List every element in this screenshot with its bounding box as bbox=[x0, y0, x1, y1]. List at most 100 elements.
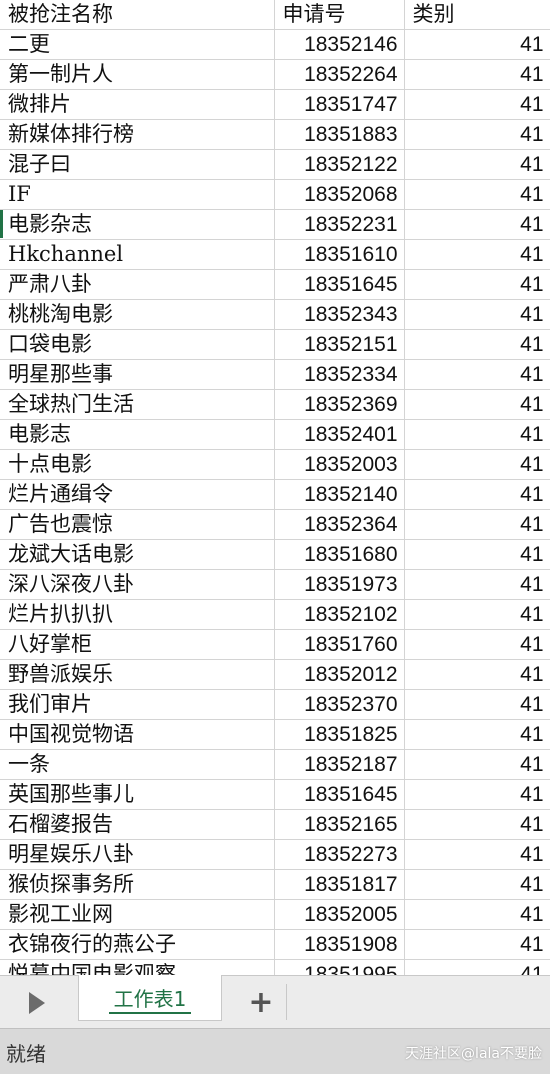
cell-category[interactable]: 41 bbox=[404, 839, 550, 870]
table-row[interactable]: IF 18352068 41 bbox=[0, 179, 550, 210]
cell-app-no[interactable]: 18352273 bbox=[274, 839, 405, 870]
cell-category[interactable]: 41 bbox=[404, 899, 550, 930]
cell-name[interactable]: 二更 bbox=[0, 29, 275, 60]
cell-name[interactable]: 八好掌柜 bbox=[0, 629, 275, 660]
cell-app-no[interactable]: 18352370 bbox=[274, 689, 405, 720]
cell-name[interactable]: 第一制片人 bbox=[0, 59, 275, 90]
cell-name[interactable]: 中国视觉物语 bbox=[0, 719, 275, 750]
cell-category[interactable]: 41 bbox=[404, 449, 550, 480]
cell-category[interactable]: 41 bbox=[404, 629, 550, 660]
cell-name[interactable]: 影视工业网 bbox=[0, 899, 275, 930]
cell-category[interactable]: 41 bbox=[404, 299, 550, 330]
table-row[interactable]: 英国那些事儿 18351645 41 bbox=[0, 779, 550, 810]
cell-category[interactable]: 41 bbox=[404, 599, 550, 630]
table-row[interactable]: 微排片 18351747 41 bbox=[0, 89, 550, 120]
cell-app-no[interactable]: 18352343 bbox=[274, 299, 405, 330]
cell-name[interactable]: 猴侦探事务所 bbox=[0, 869, 275, 900]
cell-name[interactable]: 野兽派娱乐 bbox=[0, 659, 275, 690]
cell-app-no[interactable]: 18352369 bbox=[274, 389, 405, 420]
cell-app-no[interactable]: 18352012 bbox=[274, 659, 405, 690]
cell-app-no[interactable]: 18352264 bbox=[274, 59, 405, 90]
table-row[interactable]: 混子曰 18352122 41 bbox=[0, 149, 550, 180]
table-row[interactable]: 十点电影 18352003 41 bbox=[0, 449, 550, 480]
cell-name[interactable]: 龙斌大话电影 bbox=[0, 539, 275, 570]
cell-category[interactable]: 41 bbox=[404, 509, 550, 540]
table-row[interactable]: 八好掌柜 18351760 41 bbox=[0, 629, 550, 660]
cell-name[interactable]: 电影杂志 bbox=[0, 209, 275, 240]
cell-name[interactable]: 深八深夜八卦 bbox=[0, 569, 275, 600]
add-sheet-button[interactable]: + bbox=[236, 984, 287, 1020]
cell-app-no[interactable]: 18351760 bbox=[274, 629, 405, 660]
table-row[interactable]: 烂片通缉令 18352140 41 bbox=[0, 479, 550, 510]
cell-category[interactable]: 41 bbox=[404, 539, 550, 570]
header-row[interactable]: 被抢注名称 申请号 类别 bbox=[0, 0, 550, 30]
cell-name[interactable]: 电影志 bbox=[0, 419, 275, 450]
table-row[interactable]: 电影志 18352401 41 bbox=[0, 419, 550, 450]
table-row[interactable]: 桃桃淘电影 18352343 41 bbox=[0, 299, 550, 330]
table-row[interactable]: 广告也震惊 18352364 41 bbox=[0, 509, 550, 540]
cell-app-no[interactable]: 18352068 bbox=[274, 179, 405, 210]
cell-name[interactable]: 衣锦夜行的燕公子 bbox=[0, 929, 275, 960]
cell-category[interactable]: 41 bbox=[404, 809, 550, 840]
cell-app-no[interactable]: 18352151 bbox=[274, 329, 405, 360]
cell-category[interactable]: 41 bbox=[404, 269, 550, 300]
cell-app-no[interactable]: 18351817 bbox=[274, 869, 405, 900]
cell-app-no[interactable]: 18352140 bbox=[274, 479, 405, 510]
header-cell-category[interactable]: 类别 bbox=[404, 0, 550, 30]
table-row[interactable]: 新媒体排行榜 18351883 41 bbox=[0, 119, 550, 150]
cell-name[interactable]: 英国那些事儿 bbox=[0, 779, 275, 810]
table-row[interactable]: 猴侦探事务所 18351817 41 bbox=[0, 869, 550, 900]
cell-category[interactable]: 41 bbox=[404, 179, 550, 210]
cell-app-no[interactable]: 18352102 bbox=[274, 599, 405, 630]
cell-app-no[interactable]: 18351995 bbox=[274, 959, 405, 975]
cell-name[interactable]: 我们审片 bbox=[0, 689, 275, 720]
table-row[interactable]: 严肃八卦 18351645 41 bbox=[0, 269, 550, 300]
cell-app-no[interactable]: 18352334 bbox=[274, 359, 405, 390]
cell-category[interactable]: 41 bbox=[404, 59, 550, 90]
cell-app-no[interactable]: 18351825 bbox=[274, 719, 405, 750]
cell-category[interactable]: 41 bbox=[404, 959, 550, 975]
table-row[interactable]: 电影杂志 18352231 41 bbox=[0, 209, 550, 240]
cell-app-no[interactable]: 18351747 bbox=[274, 89, 405, 120]
cell-category[interactable]: 41 bbox=[404, 209, 550, 240]
cell-name[interactable]: 烂片通缉令 bbox=[0, 479, 275, 510]
cell-category[interactable]: 41 bbox=[404, 869, 550, 900]
cell-category[interactable]: 41 bbox=[404, 419, 550, 450]
cell-name[interactable]: 明星那些事 bbox=[0, 359, 275, 390]
cell-name[interactable]: Hkchannel bbox=[0, 239, 275, 270]
table-row[interactable]: 野兽派娱乐 18352012 41 bbox=[0, 659, 550, 690]
header-cell-app-no[interactable]: 申请号 bbox=[274, 0, 405, 30]
table-row[interactable]: 一条 18352187 41 bbox=[0, 749, 550, 780]
table-row[interactable]: 全球热门生活 18352369 41 bbox=[0, 389, 550, 420]
cell-name[interactable]: IF bbox=[0, 179, 275, 210]
cell-category[interactable]: 41 bbox=[404, 719, 550, 750]
cell-category[interactable]: 41 bbox=[404, 659, 550, 690]
cell-app-no[interactable]: 18352146 bbox=[274, 29, 405, 60]
table-row[interactable]: 二更 18352146 41 bbox=[0, 29, 550, 60]
table-row[interactable]: 衣锦夜行的燕公子 18351908 41 bbox=[0, 929, 550, 960]
cell-app-no[interactable]: 18352231 bbox=[274, 209, 405, 240]
cell-app-no[interactable]: 18351908 bbox=[274, 929, 405, 960]
table-row[interactable]: 中国视觉物语 18351825 41 bbox=[0, 719, 550, 750]
table-row[interactable]: 烂片扒扒扒 18352102 41 bbox=[0, 599, 550, 630]
cell-category[interactable]: 41 bbox=[404, 329, 550, 360]
cell-name[interactable]: 明星娱乐八卦 bbox=[0, 839, 275, 870]
cell-name[interactable]: 新媒体排行榜 bbox=[0, 119, 275, 150]
cell-category[interactable]: 41 bbox=[404, 359, 550, 390]
table-row[interactable]: 口袋电影 18352151 41 bbox=[0, 329, 550, 360]
cell-app-no[interactable]: 18352003 bbox=[274, 449, 405, 480]
data-table[interactable]: 被抢注名称 申请号 类别 二更 18352146 41 第一制片人 18352264 41… bbox=[0, 0, 550, 975]
cell-app-no[interactable]: 18351645 bbox=[274, 269, 405, 300]
cell-category[interactable]: 41 bbox=[404, 89, 550, 120]
cell-name[interactable]: 口袋电影 bbox=[0, 329, 275, 360]
table-row[interactable]: 石榴婆报告 18352165 41 bbox=[0, 809, 550, 840]
table-row[interactable]: 明星那些事 18352334 41 bbox=[0, 359, 550, 390]
cell-category[interactable]: 41 bbox=[404, 779, 550, 810]
cell-name[interactable]: 严肃八卦 bbox=[0, 269, 275, 300]
table-row[interactable]: 影视工业网 18352005 41 bbox=[0, 899, 550, 930]
spreadsheet-grid[interactable]: 被抢注名称 申请号 类别 二更 18352146 41 第一制片人 18352264 41… bbox=[0, 0, 550, 975]
table-row[interactable]: 我们审片 18352370 41 bbox=[0, 689, 550, 720]
cell-app-no[interactable]: 18351610 bbox=[274, 239, 405, 270]
cell-category[interactable]: 41 bbox=[404, 119, 550, 150]
cell-app-no[interactable]: 18352187 bbox=[274, 749, 405, 780]
